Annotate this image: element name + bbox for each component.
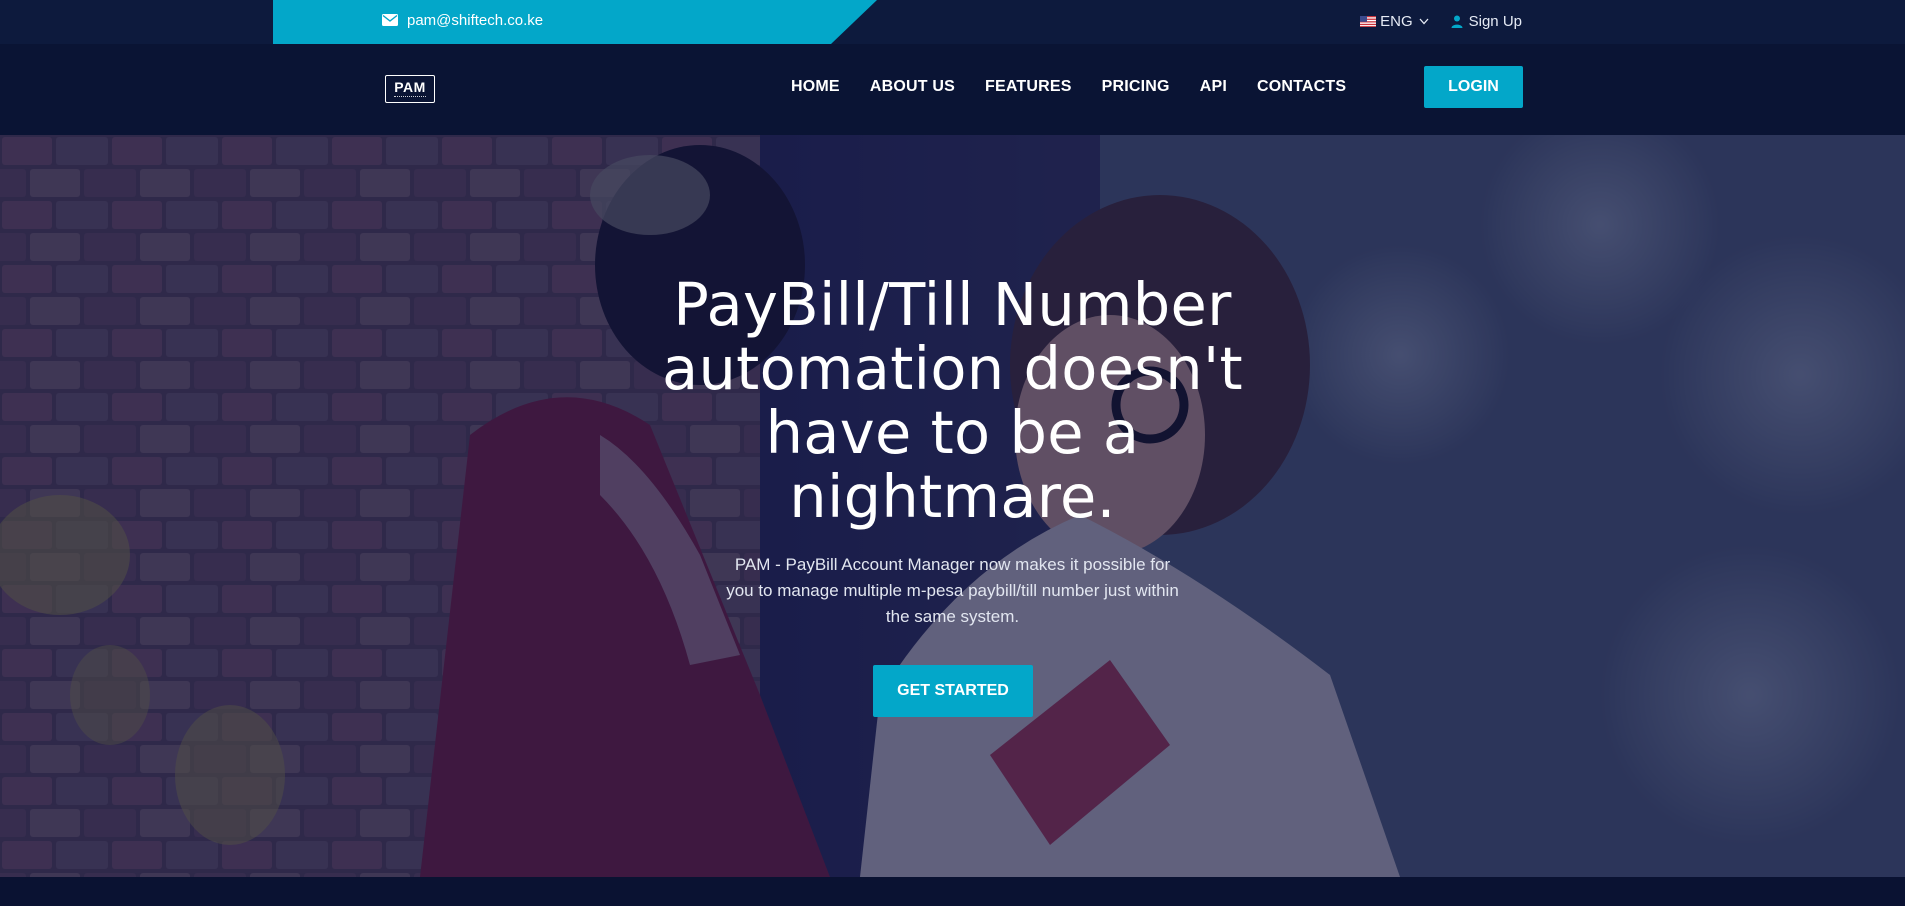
- hero-content: PayBill/Till Number automation doesn't h…: [0, 135, 1905, 877]
- us-flag-icon: [1360, 15, 1377, 27]
- signup-link[interactable]: Sign Up: [1451, 13, 1522, 30]
- login-button[interactable]: LOGIN: [1424, 66, 1523, 108]
- nav-menu: HOME ABOUT US FEATURES PRICING API CONTA…: [791, 44, 1346, 130]
- language-label: ENG: [1380, 12, 1413, 30]
- nav-item-pricing[interactable]: PRICING: [1102, 78, 1170, 96]
- signup-label[interactable]: Sign Up: [1469, 13, 1522, 30]
- pam-logo[interactable]: PAM: [385, 75, 435, 103]
- logo-text: PAM: [394, 79, 426, 95]
- top-bar-right: ENG Sign Up: [1360, 0, 1522, 42]
- contact-email-text[interactable]: pam@shiftech.co.ke: [407, 12, 543, 29]
- hero-section: PayBill/Till Number automation doesn't h…: [0, 135, 1905, 877]
- language-selector[interactable]: ENG: [1360, 13, 1429, 30]
- user-icon: [1451, 15, 1463, 28]
- chevron-down-icon: [1419, 18, 1429, 24]
- logo-tagline: [394, 96, 426, 98]
- nav-item-api[interactable]: API: [1200, 78, 1227, 96]
- top-bar: pam@shiftech.co.ke ENG Sign Up: [0, 0, 1905, 44]
- contact-email[interactable]: pam@shiftech.co.ke: [382, 0, 543, 40]
- mail-icon: [382, 14, 398, 26]
- nav-item-about-us[interactable]: ABOUT US: [870, 78, 955, 96]
- nav-item-features[interactable]: FEATURES: [985, 78, 1072, 96]
- hero-subtitle: PAM - PayBill Account Manager now makes …: [726, 555, 1179, 626]
- hero-title: PayBill/Till Number automation doesn't h…: [662, 270, 1243, 531]
- nav-item-home[interactable]: HOME: [791, 78, 840, 96]
- next-section-edge: [0, 877, 1905, 906]
- get-started-button[interactable]: GET STARTED: [873, 665, 1033, 717]
- top-bar-accent: [273, 0, 877, 44]
- nav-item-contacts[interactable]: CONTACTS: [1257, 78, 1346, 96]
- main-navbar: PAM HOME ABOUT US FEATURES PRICING API C…: [0, 44, 1905, 135]
